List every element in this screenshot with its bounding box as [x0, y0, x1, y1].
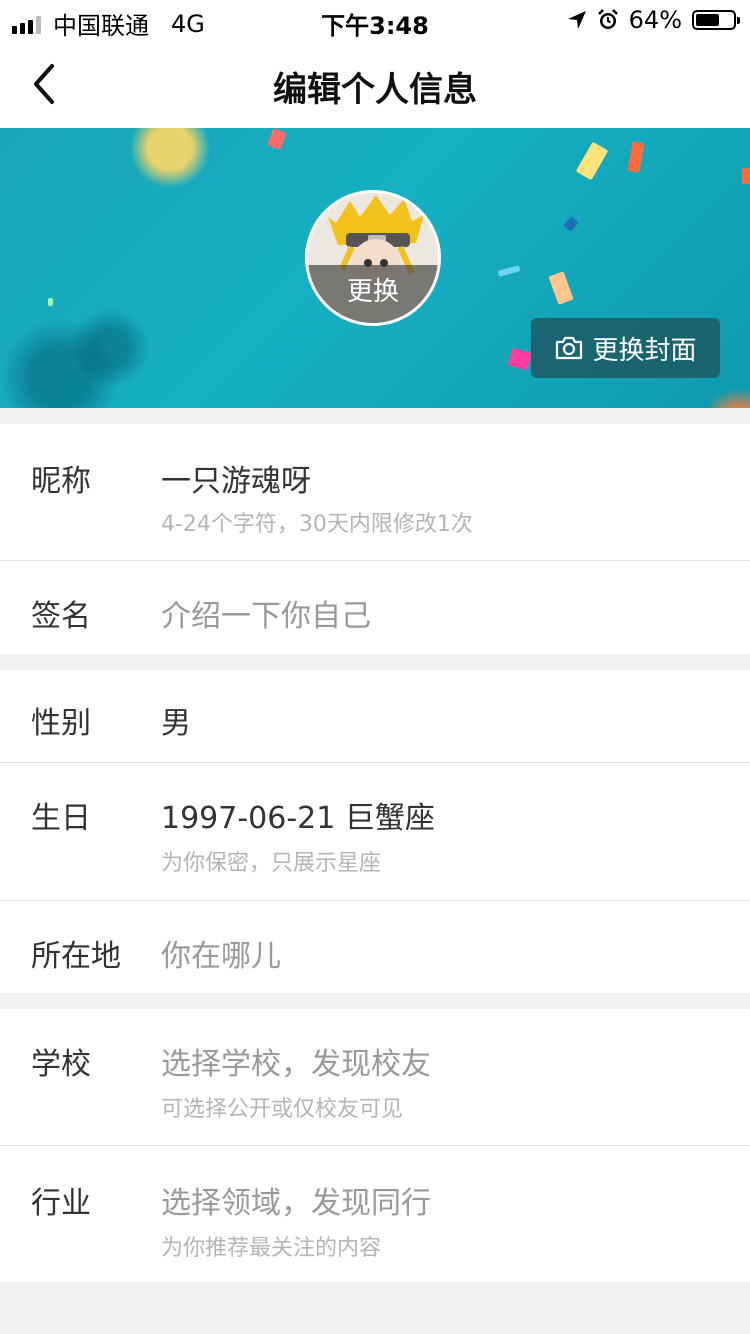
- confetti: [575, 141, 609, 181]
- confetti: [508, 347, 532, 371]
- signature-placeholder: 介绍一下你自己: [161, 599, 371, 634]
- confetti: [267, 128, 287, 150]
- change-cover-button[interactable]: 更换封面: [531, 318, 720, 378]
- battery-percent: 64%: [628, 6, 682, 34]
- row-nickname[interactable]: 昵称 一只游魂呀 4-24个字符，30天内限修改1次: [0, 424, 750, 561]
- row-signature[interactable]: 签名 介绍一下你自己: [0, 561, 750, 654]
- camera-icon: [556, 336, 583, 360]
- confetti: [742, 168, 750, 184]
- industry-label: 行业: [31, 1186, 91, 1221]
- row-school[interactable]: 学校 选择学校，发现校友 可选择公开或仅校友可见: [0, 1009, 750, 1146]
- change-avatar-label: 更换: [308, 265, 438, 323]
- signature-label: 签名: [31, 599, 91, 634]
- gender-value: 男: [161, 706, 191, 741]
- birthday-value: 1997-06-21 巨蟹座: [161, 801, 435, 836]
- section-basic: 昵称 一只游魂呀 4-24个字符，30天内限修改1次 签名 介绍一下你自己: [0, 424, 750, 654]
- battery-icon: [692, 10, 740, 30]
- section-career: 学校 选择学校，发现校友 可选择公开或仅校友可见 行业 选择领域，发现同行 为你…: [0, 1009, 750, 1282]
- birthday-label: 生日: [31, 801, 91, 836]
- cover-image[interactable]: 更换 更换封面: [0, 128, 750, 408]
- school-hint: 可选择公开或仅校友可见: [161, 1097, 404, 1122]
- confetti: [497, 265, 521, 277]
- confetti: [563, 216, 579, 232]
- confetti: [627, 141, 645, 173]
- avatar[interactable]: 更换: [305, 190, 441, 326]
- status-bar: 中国联通 4G 下午3:48 64%: [0, 0, 750, 40]
- nickname-hint: 4-24个字符，30天内限修改1次: [161, 512, 473, 537]
- location-label: 所在地: [31, 939, 121, 974]
- nickname-label: 昵称: [31, 464, 91, 499]
- change-cover-label: 更换封面: [592, 335, 697, 366]
- confetti: [48, 298, 53, 306]
- row-industry[interactable]: 行业 选择领域，发现同行 为你推荐最关注的内容: [0, 1146, 750, 1282]
- page-title: 编辑个人信息: [273, 70, 477, 110]
- location-placeholder: 你在哪儿: [161, 939, 281, 974]
- school-placeholder: 选择学校，发现校友: [161, 1047, 431, 1082]
- nickname-value: 一只游魂呀: [161, 464, 311, 499]
- confetti: [548, 271, 574, 305]
- row-location[interactable]: 所在地 你在哪儿: [0, 901, 750, 993]
- industry-hint: 为你推荐最关注的内容: [161, 1236, 382, 1261]
- industry-placeholder: 选择领域，发现同行: [161, 1186, 431, 1221]
- school-label: 学校: [31, 1047, 91, 1082]
- row-gender[interactable]: 性别 男: [0, 670, 750, 763]
- birthday-hint: 为你保密，只展示星座: [161, 851, 382, 876]
- status-right: 64%: [567, 6, 740, 34]
- alarm-icon: [597, 9, 618, 29]
- gender-label: 性别: [31, 706, 91, 741]
- section-personal: 性别 男 生日 1997-06-21 巨蟹座 为你保密，只展示星座 所在地 你在…: [0, 670, 750, 993]
- row-birthday[interactable]: 生日 1997-06-21 巨蟹座 为你保密，只展示星座: [0, 763, 750, 901]
- nav-bar: 编辑个人信息: [0, 40, 750, 128]
- location-arrow-icon: [567, 11, 586, 29]
